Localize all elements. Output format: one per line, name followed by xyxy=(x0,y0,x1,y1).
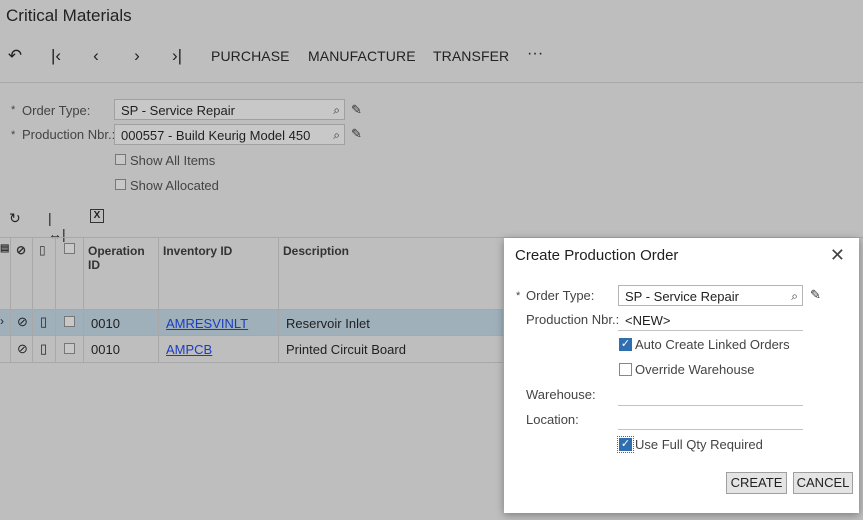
attachment-icon[interactable]: ⊘ xyxy=(17,341,28,357)
production-nbr-input[interactable]: 000557 - Build Keurig Model 450 ⌕ xyxy=(114,124,345,145)
show-allocated-label: Show Allocated xyxy=(130,178,219,193)
use-full-qty-checkbox[interactable]: ✓ xyxy=(617,436,634,453)
select-all-checkbox[interactable] xyxy=(64,243,75,254)
undo-icon[interactable]: ↶ xyxy=(4,44,26,68)
first-record-icon[interactable]: |‹ xyxy=(45,44,67,68)
edit-icon[interactable]: ✎ xyxy=(810,287,821,303)
search-icon[interactable]: ⌕ xyxy=(791,286,798,307)
note-icon[interactable]: ▯ xyxy=(40,314,47,330)
production-nbr-label: Production Nbr.: xyxy=(22,127,116,142)
note-icon: ▯ xyxy=(39,243,46,257)
dialog-order-type-value: SP - Service Repair xyxy=(625,289,739,304)
create-button[interactable]: CREATE xyxy=(726,472,787,494)
next-icon[interactable]: › xyxy=(126,44,148,68)
row-description: Reservoir Inlet xyxy=(286,316,370,331)
grid-column-divider xyxy=(0,238,11,362)
row-operation: 0010 xyxy=(91,342,120,357)
row-description: Printed Circuit Board xyxy=(286,342,406,357)
search-icon[interactable]: ⌕ xyxy=(333,100,340,121)
last-record-icon[interactable]: ›| xyxy=(166,44,188,68)
use-full-qty-label: Use Full Qty Required xyxy=(635,437,763,452)
row-divider xyxy=(0,362,503,363)
column-header-operation[interactable]: Operation ID xyxy=(88,244,156,272)
auto-create-linked-orders-label: Auto Create Linked Orders xyxy=(635,337,790,352)
row-checkbox[interactable] xyxy=(64,343,75,354)
row-operation: 0010 xyxy=(91,316,120,331)
edit-icon[interactable]: ✎ xyxy=(351,126,362,142)
location-label: Location: xyxy=(526,412,579,427)
location-input[interactable] xyxy=(618,429,803,430)
show-allocated-checkbox[interactable] xyxy=(115,179,126,190)
transfer-button[interactable]: TRANSFER xyxy=(433,48,509,64)
auto-create-linked-orders-checkbox[interactable]: ✓ xyxy=(619,338,632,351)
refresh-icon[interactable]: ↻ xyxy=(9,210,21,227)
override-warehouse-label: Override Warehouse xyxy=(635,362,755,377)
warehouse-label: Warehouse: xyxy=(526,387,596,402)
more-icon[interactable]: ··· xyxy=(527,45,543,63)
cancel-button[interactable]: CANCEL xyxy=(793,472,853,494)
excel-export-icon[interactable]: X xyxy=(90,209,104,223)
row-inventory-link[interactable]: AMPCB xyxy=(166,342,212,357)
page-title: Critical Materials xyxy=(6,6,132,25)
order-type-label: Order Type: xyxy=(22,103,91,118)
override-warehouse-checkbox[interactable] xyxy=(619,363,632,376)
row-divider xyxy=(0,309,503,310)
grid-header-icon: ▤ xyxy=(0,243,10,254)
column-header-inventory[interactable]: Inventory ID xyxy=(163,244,232,258)
show-all-items-checkbox[interactable] xyxy=(115,154,126,165)
purchase-button[interactable]: PURCHASE xyxy=(211,48,290,64)
required-marker: * xyxy=(11,104,16,116)
field-underline xyxy=(618,330,803,331)
show-all-items-label: Show All Items xyxy=(130,153,216,168)
close-icon[interactable]: ✕ xyxy=(830,245,845,266)
required-marker: * xyxy=(11,129,16,141)
row-indicator-icon: › xyxy=(0,314,4,328)
order-type-value: SP - Service Repair xyxy=(121,103,235,118)
manufacture-button[interactable]: MANUFACTURE xyxy=(308,48,416,64)
production-nbr-value: 000557 - Build Keurig Model 450 xyxy=(121,128,311,143)
attachment-icon: ⊘ xyxy=(16,243,27,257)
search-icon[interactable]: ⌕ xyxy=(333,125,340,146)
attachment-icon[interactable]: ⊘ xyxy=(17,314,28,330)
note-icon[interactable]: ▯ xyxy=(40,341,47,357)
column-header-description[interactable]: Description xyxy=(283,244,349,258)
dialog-production-nbr-value[interactable]: <NEW> xyxy=(625,313,671,328)
edit-icon[interactable]: ✎ xyxy=(351,102,362,118)
row-checkbox[interactable] xyxy=(64,316,75,327)
divider xyxy=(0,82,863,83)
dialog-production-nbr-label: Production Nbr.: xyxy=(526,312,620,327)
dialog-order-type-label: Order Type: xyxy=(526,288,595,303)
row-inventory-link[interactable]: AMRESVINLT xyxy=(166,316,248,331)
previous-icon[interactable]: ‹ xyxy=(85,44,107,68)
row-divider xyxy=(0,335,503,336)
dialog-title: Create Production Order xyxy=(515,247,679,264)
required-marker: * xyxy=(516,290,521,302)
create-production-order-dialog: Create Production Order ✕ * Order Type: … xyxy=(504,238,859,513)
dialog-order-type-input[interactable]: SP - Service Repair ⌕ xyxy=(618,285,803,306)
order-type-input[interactable]: SP - Service Repair ⌕ xyxy=(114,99,345,120)
warehouse-input[interactable] xyxy=(618,405,803,406)
